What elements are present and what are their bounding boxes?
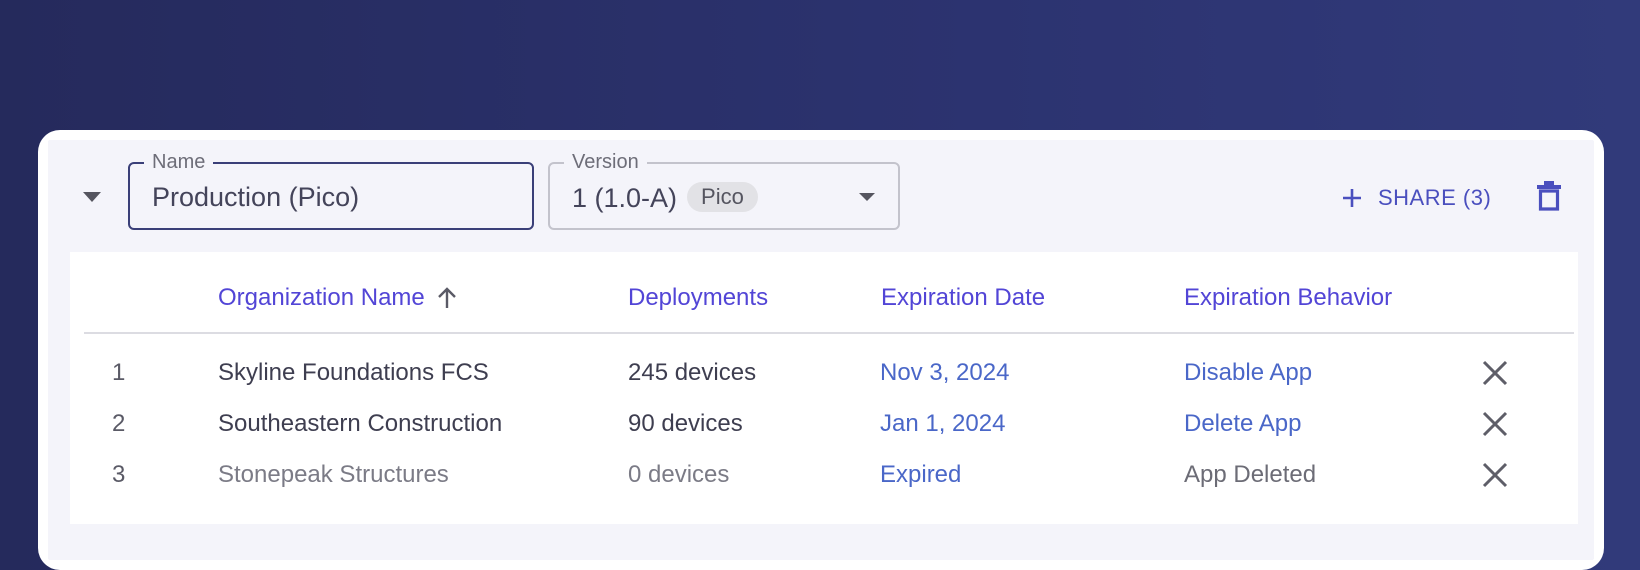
close-icon[interactable]	[1482, 360, 1508, 386]
name-input[interactable]: Production (Pico)	[152, 182, 359, 213]
close-icon[interactable]	[1482, 411, 1508, 437]
organization-name: Southeastern Construction	[218, 410, 503, 437]
deployment-count: 90 devices	[628, 410, 743, 437]
name-field-label: Name	[144, 149, 214, 175]
expiration-behavior-link[interactable]: Disable App	[1184, 358, 1312, 388]
version-field-label: Version	[564, 149, 647, 175]
trash-icon	[1537, 181, 1561, 211]
column-header-expiration-behavior[interactable]: Expiration Behavior	[1184, 284, 1392, 312]
version-value-wrap: 1 (1.0-A) Pico	[572, 182, 758, 214]
organization-name: Stonepeak Structures	[218, 461, 449, 488]
collapse-toggle[interactable]	[82, 190, 102, 204]
column-header-organization-label: Organization Name	[218, 284, 425, 311]
share-button-label: SHARE (3)	[1378, 185, 1492, 210]
name-field[interactable]: Name Production (Pico)	[128, 149, 534, 230]
version-value: 1 (1.0-A)	[572, 183, 678, 213]
column-header-deployments[interactable]: Deployments	[628, 284, 768, 312]
license-panel: Name Production (Pico) Version 1 (1.0-A)…	[48, 140, 1594, 560]
expiration-date-link[interactable]: Nov 3, 2024	[880, 358, 1009, 388]
table-header: Organization Name Deployments Expiration…	[84, 252, 1574, 334]
expiration-date-link[interactable]: Expired	[880, 460, 961, 490]
row-index: 1	[112, 359, 126, 386]
table-row: 2 Southeastern Construction 90 devices J…	[70, 409, 1578, 459]
expiration-behavior-status: App Deleted	[1184, 461, 1317, 488]
row-index: 2	[112, 410, 126, 437]
arrow-up-icon[interactable]	[437, 287, 457, 309]
table-row: 3 Stonepeak Structures 0 devices Expired…	[70, 460, 1578, 510]
close-icon[interactable]	[1482, 462, 1508, 488]
column-header-expiration-date[interactable]: Expiration Date	[881, 284, 1045, 312]
plus-icon	[1343, 189, 1361, 207]
organizations-table: Organization Name Deployments Expiration…	[70, 252, 1578, 524]
column-header-organization[interactable]: Organization Name	[218, 284, 457, 312]
table-row: 1 Skyline Foundations FCS 245 devices No…	[70, 358, 1578, 408]
triangle-down-icon	[83, 192, 101, 202]
share-button[interactable]: SHARE (3)	[1342, 180, 1491, 216]
version-select[interactable]: Version 1 (1.0-A) Pico	[548, 149, 900, 230]
expiration-date-link[interactable]: Jan 1, 2024	[880, 409, 1005, 439]
delete-button[interactable]	[1536, 180, 1562, 217]
organization-name: Skyline Foundations FCS	[218, 359, 489, 386]
deployment-count: 245 devices	[628, 359, 757, 386]
deployment-count: 0 devices	[628, 461, 730, 488]
chevron-down-icon[interactable]	[858, 192, 876, 202]
license-card: Name Production (Pico) Version 1 (1.0-A)…	[38, 130, 1604, 570]
device-chip: Pico	[687, 182, 758, 212]
expiration-behavior-link[interactable]: Delete App	[1184, 409, 1301, 439]
row-index: 3	[112, 461, 126, 488]
